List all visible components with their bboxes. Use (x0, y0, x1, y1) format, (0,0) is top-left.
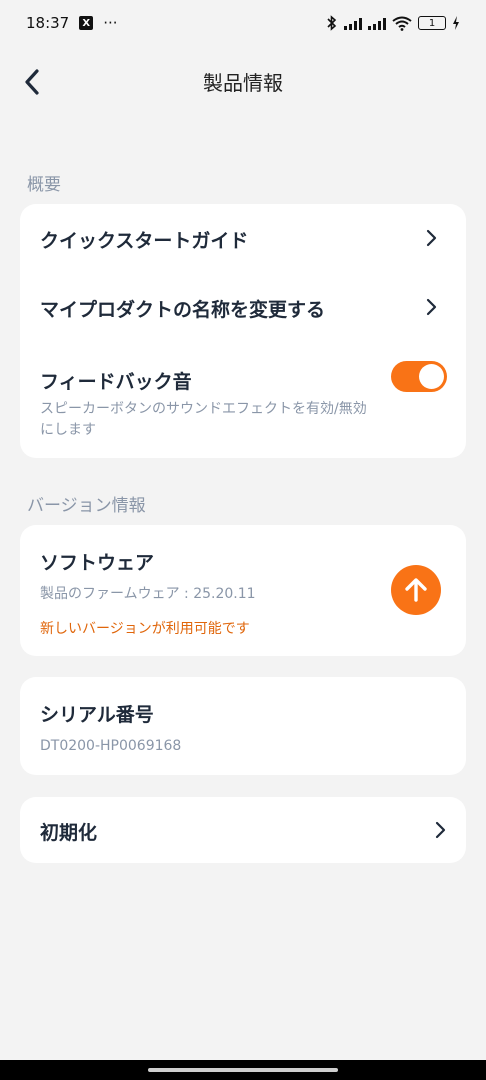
software-card: ソフトウェア 製品のファームウェア : 25.20.11 新しいバージョンが利用… (20, 525, 466, 656)
software-title: ソフトウェア (40, 552, 155, 574)
arrow-up-icon (405, 578, 427, 602)
signal-icon (368, 17, 386, 30)
quick-start-guide-label: クイックスタートガイド (40, 230, 249, 252)
section-label-overview: 概要 (27, 175, 61, 195)
more-notifications-icon: ··· (103, 14, 118, 32)
status-bar: 18:37 X ··· 1 (0, 0, 486, 46)
charging-icon (453, 16, 459, 30)
section-label-version-info: バージョン情報 (27, 496, 146, 516)
rename-product-label: マイプロダクトの名称を変更する (40, 299, 326, 321)
feedback-sound-item: フィードバック音 スピーカーボタンのサウンドエフェクトを有効/無効にします (20, 342, 466, 458)
home-indicator[interactable] (148, 1068, 338, 1072)
page-title: 製品情報 (203, 70, 283, 95)
reset-label: 初期化 (40, 822, 98, 844)
battery-icon: 1 (418, 16, 446, 30)
x-app-icon: X (79, 16, 94, 30)
bluetooth-icon (327, 15, 337, 31)
system-nav-bar (0, 1060, 486, 1080)
firmware-version: 製品のファームウェア : 25.20.11 (40, 586, 256, 602)
feedback-sound-label: フィードバック音 (40, 371, 192, 393)
chevron-right-icon (435, 821, 446, 839)
wifi-icon (392, 16, 412, 31)
signal-icon (344, 17, 362, 30)
update-available-text: 新しいバージョンが利用可能です (40, 621, 250, 637)
overview-card: クイックスタートガイド マイプロダクトの名称を変更する フィードバック音 スピー… (20, 204, 466, 458)
serial-number-value: DT0200-HP0069168 (40, 738, 182, 754)
feedback-sound-toggle[interactable] (391, 361, 447, 392)
back-button[interactable] (14, 64, 50, 100)
rename-product-item[interactable]: マイプロダクトの名称を変更する (20, 272, 466, 342)
serial-number-card: シリアル番号 DT0200-HP0069168 (20, 677, 466, 775)
status-time: 18:37 (26, 14, 70, 32)
toggle-knob (419, 364, 444, 389)
update-button[interactable] (391, 565, 441, 615)
reset-item[interactable]: 初期化 (20, 797, 466, 863)
feedback-sound-description: スピーカーボタンのサウンドエフェクトを有効/無効にします (40, 401, 367, 438)
chevron-left-icon (25, 69, 39, 95)
chevron-right-icon (426, 298, 437, 316)
header: 製品情報 (0, 46, 486, 116)
serial-number-title: シリアル番号 (40, 704, 154, 726)
quick-start-guide-item[interactable]: クイックスタートガイド (20, 204, 466, 272)
chevron-right-icon (426, 229, 437, 247)
